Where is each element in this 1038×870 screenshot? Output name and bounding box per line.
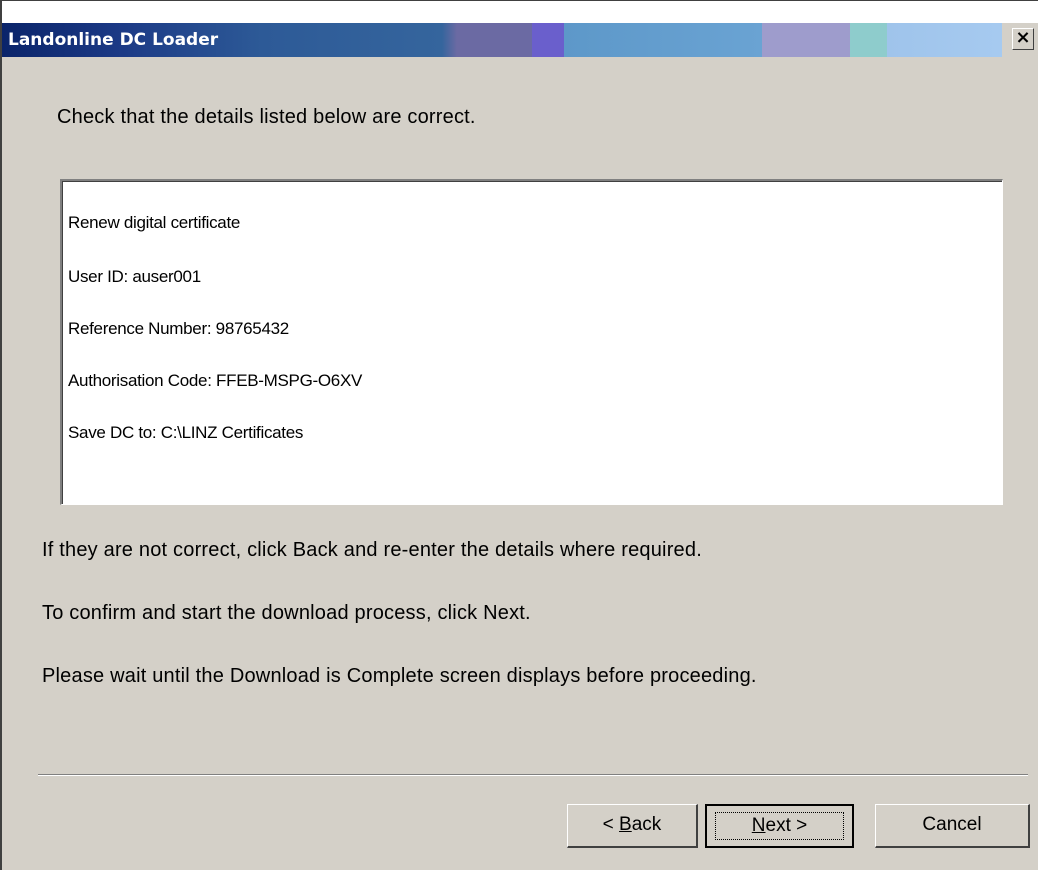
close-button[interactable]: × [1012,28,1034,50]
window-title: Landonline DC Loader [8,30,219,50]
dc-loader-window: Landonline DC Loader × Check that the de… [0,0,1038,870]
back-button[interactable]: < Back [567,804,698,848]
details-box: Renew digital certificate User ID: auser… [60,179,1003,505]
separator-line [38,774,1028,776]
detail-authorisation-code: Authorisation Code: FFEB-MSPG-O6XV [68,371,363,390]
back-button-mnemonic: B [619,814,632,835]
instruction-back: If they are not correct, click Back and … [42,539,702,561]
back-button-prefix: < [602,814,620,835]
instruction-wait: Please wait until the Download is Comple… [42,665,757,687]
next-button-mnemonic: N [751,815,766,836]
detail-action: Renew digital certificate [68,213,241,232]
instruction-next: To confirm and start the download proces… [42,602,531,624]
close-icon: × [1015,27,1031,48]
detail-reference-number: Reference Number: 98765432 [68,319,289,338]
cancel-button-label: Cancel [922,814,982,835]
cancel-button[interactable]: Cancel [875,804,1030,848]
window-top-strip [2,1,1038,23]
detail-save-location: Save DC to: C:\LINZ Certificates [68,423,304,442]
back-button-label: ack [631,814,662,835]
detail-user-id: User ID: auser001 [68,267,201,286]
next-button[interactable]: Next > [705,804,854,848]
title-bar[interactable]: Landonline DC Loader × [2,23,1038,57]
next-button-label: ext > [765,815,808,836]
intro-text: Check that the details listed below are … [57,106,476,128]
